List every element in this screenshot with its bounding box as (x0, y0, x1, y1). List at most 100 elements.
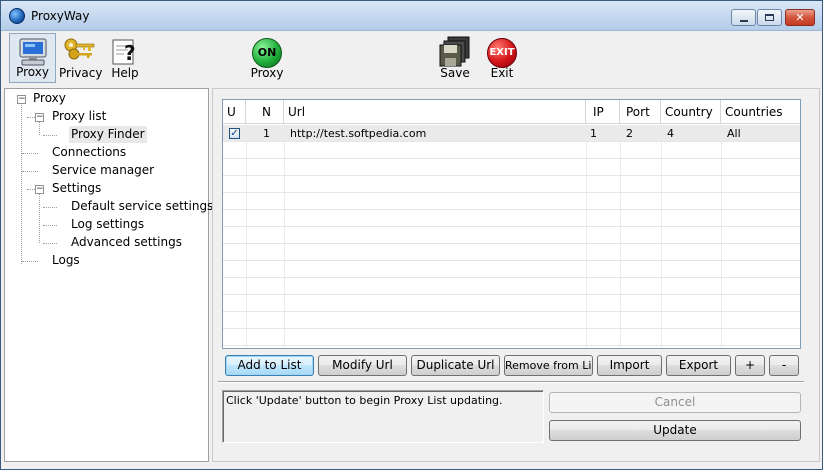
empty-row (223, 176, 800, 193)
tree-item-proxy-list[interactable]: Proxy list (52, 108, 106, 125)
tree-connector (22, 261, 38, 262)
maximize-button[interactable] (757, 9, 782, 26)
proxy-list-grid[interactable]: U N Url IP Port Country Countries ✓ 1 ht… (222, 99, 801, 349)
svg-text:?: ? (124, 41, 136, 65)
toolbar-exit-label: Exit (490, 66, 514, 80)
tree-item-settings[interactable]: Settings (52, 180, 101, 197)
table-row[interactable]: ✓ 1 http://test.softpedia.com 1 2 4 All (223, 125, 800, 142)
cell-url: http://test.softpedia.com (290, 127, 427, 140)
column-header-countries[interactable]: Countries (721, 100, 800, 124)
empty-row (223, 227, 800, 244)
empty-row (223, 329, 800, 346)
computer-icon (19, 38, 46, 66)
tree-item-connections[interactable]: Connections (52, 144, 126, 161)
empty-row (223, 244, 800, 261)
export-button[interactable]: Export (666, 355, 731, 376)
toolbar-proxy-toggle-label: Proxy (250, 66, 284, 80)
close-icon: ✕ (795, 11, 805, 24)
cell-port: 2 (626, 127, 633, 140)
empty-row (223, 312, 800, 329)
modify-url-button[interactable]: Modify Url (318, 355, 407, 376)
window-title: ProxyWay (31, 9, 90, 23)
tree-connector (39, 121, 40, 135)
tree-connector (22, 153, 38, 154)
remove-row-button[interactable]: - (769, 355, 799, 376)
remove-from-list-button[interactable]: Remove from List (504, 355, 593, 376)
tree-connector (39, 193, 40, 243)
main-window: ProxyWay ✕ Proxy Privacy ? Help ON Proxy… (0, 0, 823, 470)
duplicate-url-button[interactable]: Duplicate Url (411, 355, 500, 376)
tree-collapse-proxy-list[interactable]: − (35, 113, 44, 122)
tree-connector (43, 225, 57, 226)
cell-country: 4 (667, 127, 674, 140)
empty-row (223, 193, 800, 210)
help-icon: ? (112, 39, 136, 65)
tree-collapse-proxy[interactable]: − (17, 95, 26, 104)
column-header-u[interactable]: U (223, 100, 246, 124)
on-badge-text: ON (257, 46, 277, 59)
on-icon: ON (252, 38, 282, 68)
tree-item-default-service-settings[interactable]: Default service settings (71, 198, 213, 215)
empty-row (223, 210, 800, 227)
grid-header: U N Url IP Port Country Countries (223, 100, 800, 124)
column-header-ip[interactable]: IP (586, 100, 620, 124)
toolbar-exit-button[interactable]: EXIT Exit (481, 33, 523, 83)
minimize-button[interactable] (731, 9, 756, 26)
tree-collapse-settings[interactable]: − (35, 185, 44, 194)
add-to-list-button[interactable]: Add to List (225, 355, 314, 376)
tree-connector (43, 243, 57, 244)
toolbar-save-button[interactable]: Save (435, 33, 475, 83)
save-icon (439, 36, 470, 67)
empty-row (223, 278, 800, 295)
toolbar: Proxy Privacy ? Help ON Proxy Save EXIT … (1, 31, 822, 86)
column-header-port[interactable]: Port (620, 100, 661, 124)
column-header-country[interactable]: Country (661, 100, 721, 124)
column-header-url[interactable]: Url (284, 100, 586, 124)
column-header-n[interactable]: N (246, 100, 284, 124)
toolbar-proxy-label: Proxy (16, 65, 49, 79)
minimize-icon (739, 19, 748, 22)
tree-item-proxy-finder[interactable]: Proxy Finder (69, 126, 147, 143)
separator (218, 381, 804, 383)
tree-connector (21, 103, 22, 264)
tree-item-advanced-settings[interactable]: Advanced settings (71, 234, 182, 251)
status-message: Click 'Update' button to begin Proxy Lis… (226, 394, 503, 407)
empty-row (223, 159, 800, 176)
cell-ip: 1 (590, 127, 597, 140)
toolbar-save-label: Save (440, 66, 470, 80)
row-enabled-checkbox[interactable]: ✓ (229, 128, 240, 139)
exit-badge-text: EXIT (489, 47, 515, 58)
tree-connector (22, 171, 38, 172)
add-row-button[interactable]: + (735, 355, 765, 376)
tree-item-logs[interactable]: Logs (52, 252, 80, 269)
toolbar-help-label: Help (111, 66, 139, 80)
tree-item-proxy[interactable]: Proxy (33, 90, 66, 107)
toolbar-proxy-toggle[interactable]: ON Proxy (243, 33, 291, 83)
status-message-box: Click 'Update' button to begin Proxy Lis… (222, 390, 544, 443)
globe-icon (9, 8, 25, 24)
maximize-icon (765, 14, 774, 21)
cell-countries: All (727, 127, 741, 140)
update-button[interactable]: Update (549, 420, 801, 441)
tree-item-service-manager[interactable]: Service manager (52, 162, 154, 179)
empty-row (223, 261, 800, 278)
toolbar-proxy-button[interactable]: Proxy (9, 33, 56, 83)
title-bar[interactable]: ProxyWay ✕ (1, 1, 822, 31)
tree-connector (27, 117, 35, 118)
empty-row (223, 142, 800, 159)
keys-icon (64, 38, 95, 60)
tree-item-log-settings[interactable]: Log settings (71, 216, 144, 233)
toolbar-help-button[interactable]: ? Help (105, 33, 145, 83)
import-button[interactable]: Import (597, 355, 662, 376)
cancel-button[interactable]: Cancel (549, 392, 801, 413)
exit-icon: EXIT (487, 38, 517, 68)
empty-row (223, 295, 800, 312)
tree-connector (43, 135, 57, 136)
tree-connector (43, 207, 57, 208)
close-button[interactable]: ✕ (785, 9, 815, 26)
tree-connector (27, 189, 35, 190)
navigation-tree[interactable]: − Proxy − Proxy list Proxy Finder Connec… (4, 88, 213, 462)
toolbar-privacy-button[interactable]: Privacy (59, 33, 103, 83)
cell-n: 1 (263, 127, 270, 140)
toolbar-privacy-label: Privacy (59, 66, 103, 80)
